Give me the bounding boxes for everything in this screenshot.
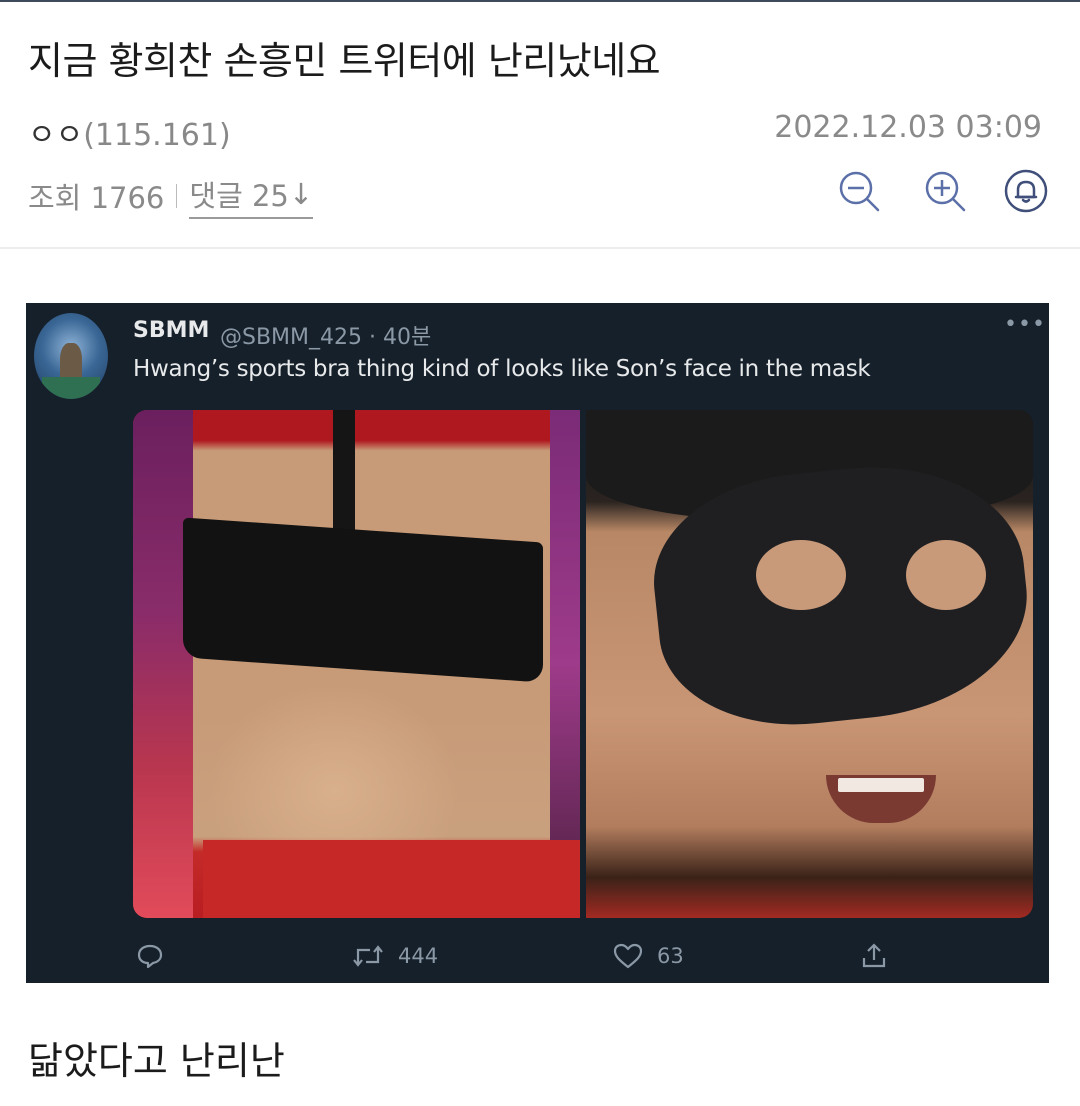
notification-button[interactable] [1003, 168, 1049, 214]
tweet-author-name[interactable]: SBMM [133, 318, 209, 343]
reply-button[interactable] [136, 942, 164, 970]
photo-background [133, 410, 193, 918]
author-ip: (115.161) [83, 118, 231, 153]
photo-shorts [203, 840, 580, 918]
post-stats: 조회 1766 댓글 25 ↓ [28, 173, 314, 219]
tweet-handle-time: @SBMM_425 · 40분 [220, 325, 432, 350]
zoom-out-icon [839, 171, 880, 212]
header-divider [0, 247, 1080, 249]
post-date: 2022.12.03 03:09 [774, 110, 1042, 145]
photo-eye-right [906, 540, 986, 610]
tweet-text: Hwang’s sports bra thing kind of looks l… [133, 356, 871, 382]
photo-strap [333, 410, 355, 540]
comment-count: 댓글 25 [189, 179, 289, 213]
tweet-photo-left[interactable] [133, 410, 580, 918]
tweet-avatar[interactable] [34, 313, 108, 399]
zoom-out-button[interactable] [836, 168, 882, 214]
stats-divider [176, 184, 178, 208]
like-count: 63 [657, 944, 684, 968]
post-title: 지금 황희찬 손흥민 트위터에 난리났네요 [28, 39, 661, 83]
share-button[interactable] [860, 942, 888, 970]
like-button[interactable]: 63 [613, 942, 684, 970]
retweet-count: 444 [398, 944, 439, 968]
zoom-in-button[interactable] [922, 168, 968, 214]
bell-icon [1004, 169, 1048, 213]
more-options-icon[interactable]: ••• [1004, 312, 1046, 337]
reply-icon [137, 944, 163, 969]
arrow-down-icon: ↓ [288, 177, 314, 211]
view-count: 조회 1766 [28, 181, 165, 215]
photo-eye-left [756, 540, 846, 610]
share-icon [862, 943, 886, 968]
heart-icon [613, 943, 643, 969]
comment-count-link[interactable]: 댓글 25 ↓ [189, 173, 314, 219]
top-border [0, 0, 1080, 2]
tweet-photo-right[interactable] [586, 410, 1033, 918]
avatar-base [42, 377, 100, 399]
post-body: 닮았다고 난리난 [28, 1039, 285, 1083]
author-name[interactable]: ㅇㅇ [28, 118, 83, 153]
post-author[interactable]: ㅇㅇ(115.161) [28, 110, 231, 154]
retweet-button[interactable]: 444 [352, 942, 438, 970]
zoom-in-icon [925, 171, 966, 212]
photo-teeth [838, 778, 924, 792]
photo-sports-bra [183, 517, 543, 683]
retweet-icon [353, 945, 383, 967]
